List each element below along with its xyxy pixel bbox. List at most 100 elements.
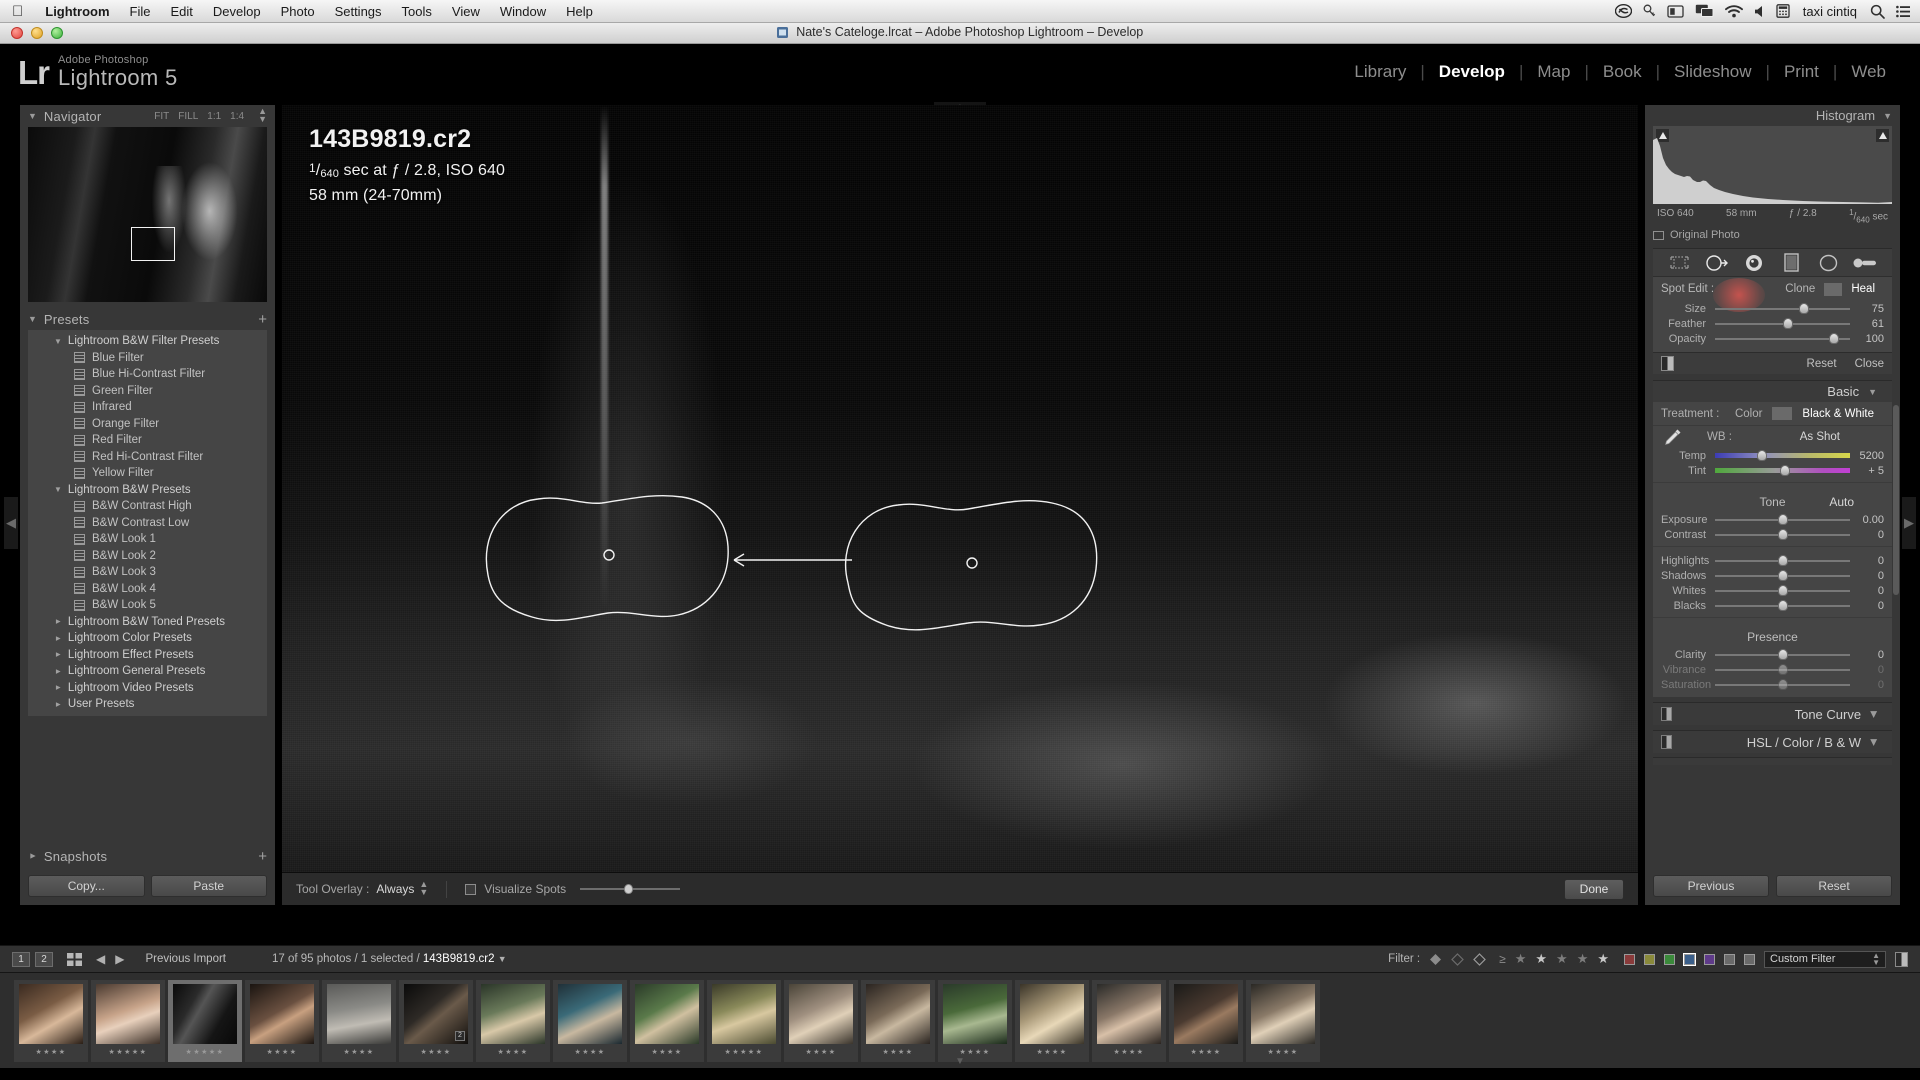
spot-reset-button[interactable]: Reset — [1807, 358, 1837, 370]
color-label-purple[interactable] — [1704, 953, 1715, 965]
list-item[interactable]: ★★★★ — [476, 979, 550, 1062]
clarity-value[interactable]: 0 — [1850, 649, 1884, 661]
wifi-icon[interactable] — [1724, 3, 1743, 20]
list-item[interactable]: ★★★★★ — [707, 979, 781, 1062]
menu-lightroom[interactable]: Lightroom — [35, 0, 119, 23]
slider-knob[interactable] — [624, 884, 634, 894]
list-item[interactable]: ★★★★ — [630, 979, 704, 1062]
rating-comparison-icon[interactable]: ≥ — [1499, 952, 1506, 966]
list-item[interactable]: ★★★★ — [1169, 979, 1243, 1062]
menu-tools[interactable]: Tools — [392, 0, 442, 23]
chevron-down-icon[interactable]: ▼ — [498, 954, 507, 964]
preset-item-red-filter[interactable]: Red Filter — [28, 432, 267, 449]
slider-knob[interactable] — [1777, 555, 1788, 567]
module-web[interactable]: Web — [1837, 62, 1900, 82]
menu-view[interactable]: View — [442, 0, 490, 23]
panel-switch-icon[interactable] — [1661, 735, 1672, 750]
slider-knob[interactable] — [1777, 570, 1788, 582]
paste-button[interactable]: Paste — [150, 875, 267, 897]
slider-knob[interactable] — [1777, 514, 1788, 526]
filter-enable-switch[interactable] — [1895, 951, 1908, 967]
navigator-zoom-stepper[interactable]: 1:4 — [230, 111, 244, 122]
list-item[interactable]: ★★★★ — [245, 979, 319, 1062]
list-item[interactable]: ★★★★ — [553, 979, 627, 1062]
auto-tone-button[interactable]: Auto — [1829, 495, 1854, 509]
preset-item-bw-look-1[interactable]: B&W Look 1 — [28, 531, 267, 548]
dropbox-icon[interactable] — [1643, 3, 1656, 20]
slider-knob[interactable] — [1782, 318, 1793, 330]
star-rating-4[interactable]: ★ — [1577, 951, 1589, 967]
tint-slider[interactable] — [1715, 464, 1850, 477]
navigator-header[interactable]: ▼ Navigator FIT FILL 1:1 1:4 ▲ ▼ — [20, 105, 275, 127]
module-slideshow[interactable]: Slideshow — [1660, 62, 1766, 82]
list-item[interactable]: ★★★★ — [938, 979, 1012, 1062]
menu-photo[interactable]: Photo — [271, 0, 325, 23]
panel-switch-icon[interactable] — [1661, 356, 1674, 372]
spot-size-slider[interactable] — [1715, 302, 1850, 315]
color-label-custom[interactable] — [1744, 953, 1755, 965]
right-panel-scrollbar[interactable] — [1893, 405, 1899, 595]
preset-item-blue-filter[interactable]: Blue Filter — [28, 350, 267, 367]
whites-slider[interactable] — [1715, 584, 1850, 597]
list-item[interactable]: ★★★★ — [861, 979, 935, 1062]
previous-import-label[interactable]: Previous Import — [145, 953, 226, 965]
visualize-spots-checkbox[interactable] — [465, 883, 477, 895]
preset-group-bw-presets[interactable]: ▼ Lightroom B&W Presets — [28, 482, 267, 499]
spot-feather-value[interactable]: 61 — [1850, 318, 1884, 330]
radial-filter-icon[interactable] — [1816, 253, 1840, 273]
shadows-slider[interactable] — [1715, 569, 1850, 582]
highlights-value[interactable]: 0 — [1850, 555, 1884, 567]
preset-group-color[interactable]: ▼ Lightroom Color Presets — [28, 630, 267, 647]
preset-item-bw-look-3[interactable]: B&W Look 3 — [28, 564, 267, 581]
screen-sharing-icon[interactable] — [1695, 3, 1714, 20]
module-book[interactable]: Book — [1589, 62, 1656, 82]
contrast-value[interactable]: 0 — [1850, 529, 1884, 541]
chevron-left-icon[interactable]: ◀ — [1868, 711, 1879, 718]
temp-slider[interactable] — [1715, 449, 1850, 462]
module-library[interactable]: Library — [1340, 62, 1420, 82]
original-photo-toggle[interactable]: Original Photo — [1653, 229, 1892, 241]
tool-overlay-stepper-icon[interactable]: ▲ ▼ — [419, 880, 428, 897]
list-item[interactable]: ★★★★ — [1015, 979, 1089, 1062]
collapse-right-panel-arrow[interactable]: ▶ — [1902, 496, 1916, 549]
tint-value[interactable]: + 5 — [1850, 465, 1884, 477]
spot-size-value[interactable]: 75 — [1850, 303, 1884, 315]
menu-bar-user-label[interactable]: taxi cintiq — [1801, 4, 1859, 19]
navigator-mode-fit[interactable]: FIT — [154, 111, 169, 122]
preset-group-user[interactable]: ▼ User Presets — [28, 696, 267, 713]
collapse-left-panel-arrow[interactable]: ◀ — [4, 496, 18, 549]
spot-close-button[interactable]: Close — [1855, 358, 1884, 370]
histogram-header[interactable]: Histogram ▼ — [1645, 105, 1900, 126]
reset-button[interactable]: Reset — [1776, 875, 1892, 897]
preset-item-yellow-filter[interactable]: Yellow Filter — [28, 465, 267, 482]
list-item[interactable]: ★★★★ — [14, 979, 88, 1062]
crop-overlay-icon[interactable] — [1668, 253, 1692, 273]
preset-group-bw-filter[interactable]: ▼ Lightroom B&W Filter Presets — [28, 333, 267, 350]
flag-picked-icon[interactable] — [1429, 953, 1442, 966]
slider-knob[interactable] — [1777, 529, 1788, 541]
presets-scroll-area[interactable]: ▼ Lightroom B&W Filter Presets Blue Filt… — [20, 330, 275, 842]
chevron-down-icon[interactable]: ▼ — [1868, 387, 1877, 397]
preset-group-general[interactable]: ▼ Lightroom General Presets — [28, 663, 267, 680]
preset-item-bw-look-2[interactable]: B&W Look 2 — [28, 548, 267, 565]
shadows-value[interactable]: 0 — [1850, 570, 1884, 582]
module-develop[interactable]: Develop — [1425, 62, 1519, 82]
list-item[interactable]: ★★★★ — [1246, 979, 1320, 1062]
preset-item-green-filter[interactable]: Green Filter — [28, 383, 267, 400]
preset-item-bw-contrast-high[interactable]: B&W Contrast High — [28, 498, 267, 515]
display-icon[interactable] — [1667, 3, 1684, 20]
done-button[interactable]: Done — [1564, 878, 1624, 900]
color-label-none[interactable] — [1724, 953, 1735, 965]
star-rating-5[interactable]: ★ — [1597, 951, 1609, 967]
star-rating-2[interactable]: ★ — [1535, 951, 1547, 967]
list-item[interactable]: ★★★★ — [784, 979, 858, 1062]
preset-group-video[interactable]: ▼ Lightroom Video Presets — [28, 680, 267, 697]
page-1-button[interactable]: 1 — [12, 951, 30, 967]
navigate-forward-icon[interactable]: ▶ — [115, 952, 124, 966]
slider-knob[interactable] — [1780, 465, 1791, 477]
star-rating-1[interactable]: ★ — [1515, 951, 1527, 967]
menu-help[interactable]: Help — [556, 0, 603, 23]
clarity-slider[interactable] — [1715, 648, 1850, 661]
wb-value[interactable]: As Shot — [1800, 431, 1840, 443]
menu-window[interactable]: Window — [490, 0, 556, 23]
